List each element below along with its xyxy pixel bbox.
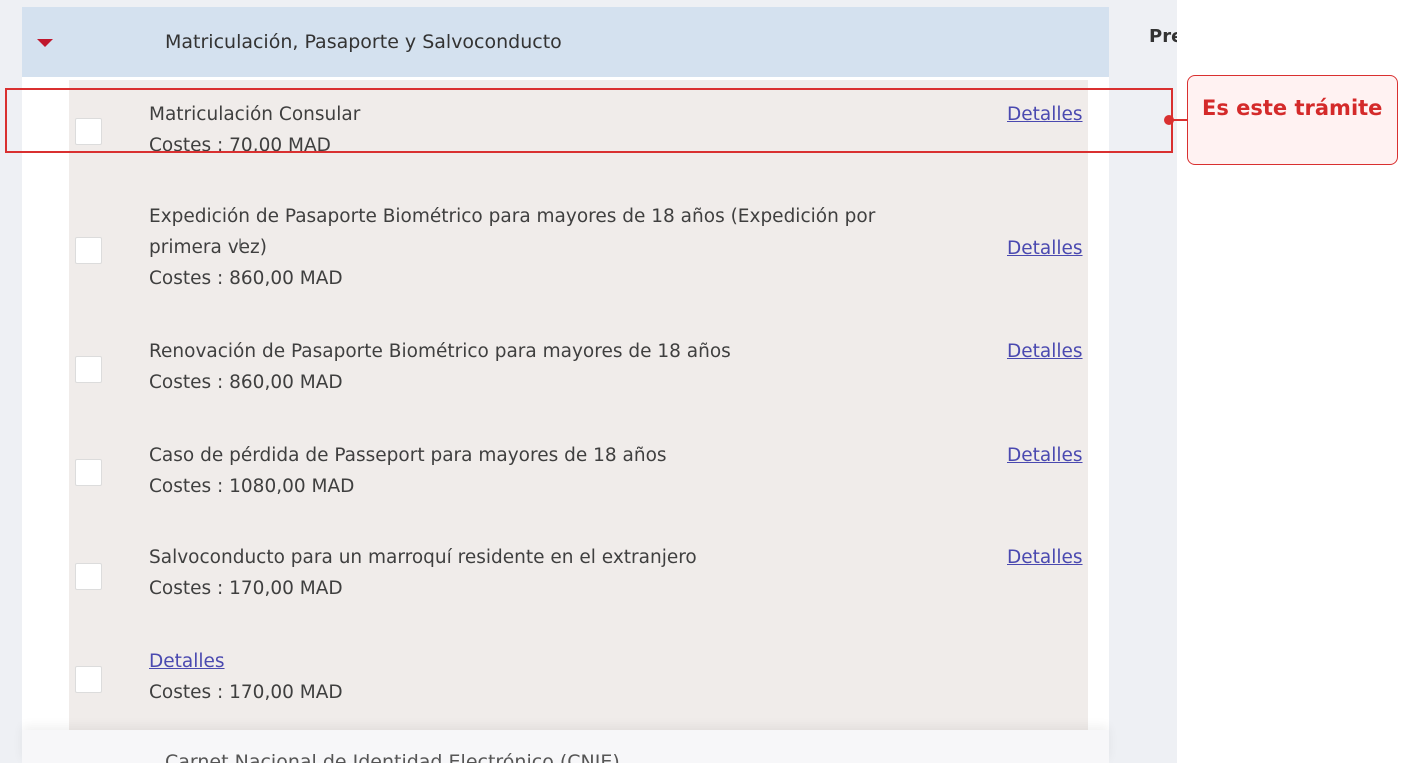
service-item-salvoconducto: Salvoconducto para un marroquí residente… (149, 542, 697, 604)
annotation-callout: Es este trámite (1187, 75, 1398, 165)
accordion-title[interactable]: Matriculación, Pasaporte y Salvoconducto (165, 31, 562, 53)
service-cost: Costes : 170,00 MAD (149, 682, 343, 703)
service-cost: Costes : 860,00 MAD (149, 372, 343, 393)
service-cost: Costes : 860,00 MAD (149, 268, 343, 289)
details-link-pasaporte-expedicion[interactable]: Detalles (1007, 233, 1083, 264)
service-item-perdida-pasaporte: Caso de pérdida de Passeport para mayore… (149, 440, 667, 502)
service-name-line1: Expedición de Pasaporte Biométrico para … (149, 206, 876, 227)
service-item-pasaporte-renovacion: Renovación de Pasaporte Biométrico para … (149, 336, 731, 398)
details-link-inline[interactable]: Detalles (149, 646, 343, 677)
service-checkbox-salvoconducto[interactable] (75, 563, 102, 590)
annotation-label: Es este trámite (1202, 96, 1383, 120)
service-item-6: Detalles Costes : 170,00 MAD (149, 646, 343, 708)
service-name: Salvoconducto para un marroquí residente… (149, 547, 697, 568)
details-link-pasaporte-renovacion[interactable]: Detalles (1007, 336, 1083, 367)
service-name: Renovación de Pasaporte Biométrico para … (149, 341, 731, 362)
service-checkbox-pasaporte-expedicion[interactable] (75, 237, 102, 264)
side-panel-text: Pre (1149, 26, 1177, 47)
callout-pointer-dot (1164, 115, 1174, 125)
caret-down-icon[interactable] (37, 39, 53, 47)
accordion-title-cnie[interactable]: Carnet Nacional de Identidad Electrónico… (165, 751, 620, 763)
service-list (69, 80, 1088, 730)
details-link-salvoconducto[interactable]: Detalles (1007, 542, 1083, 573)
service-cost: Costes : 1080,00 MAD (149, 476, 355, 497)
details-link-perdida-pasaporte[interactable]: Detalles (1007, 440, 1083, 471)
service-checkbox-perdida-pasaporte[interactable] (75, 459, 102, 486)
service-cost: Costes : 170,00 MAD (149, 578, 343, 599)
service-name-line2: primera vez) (149, 237, 267, 258)
service-checkbox-pasaporte-renovacion[interactable] (75, 356, 102, 383)
text-cursor-icon: I (238, 237, 243, 253)
highlight-box (5, 88, 1173, 153)
service-name: Caso de pérdida de Passeport para mayore… (149, 445, 667, 466)
service-checkbox-item-6[interactable] (75, 666, 102, 693)
service-item-pasaporte-expedicion: Expedición de Pasaporte Biométrico para … (149, 201, 875, 294)
